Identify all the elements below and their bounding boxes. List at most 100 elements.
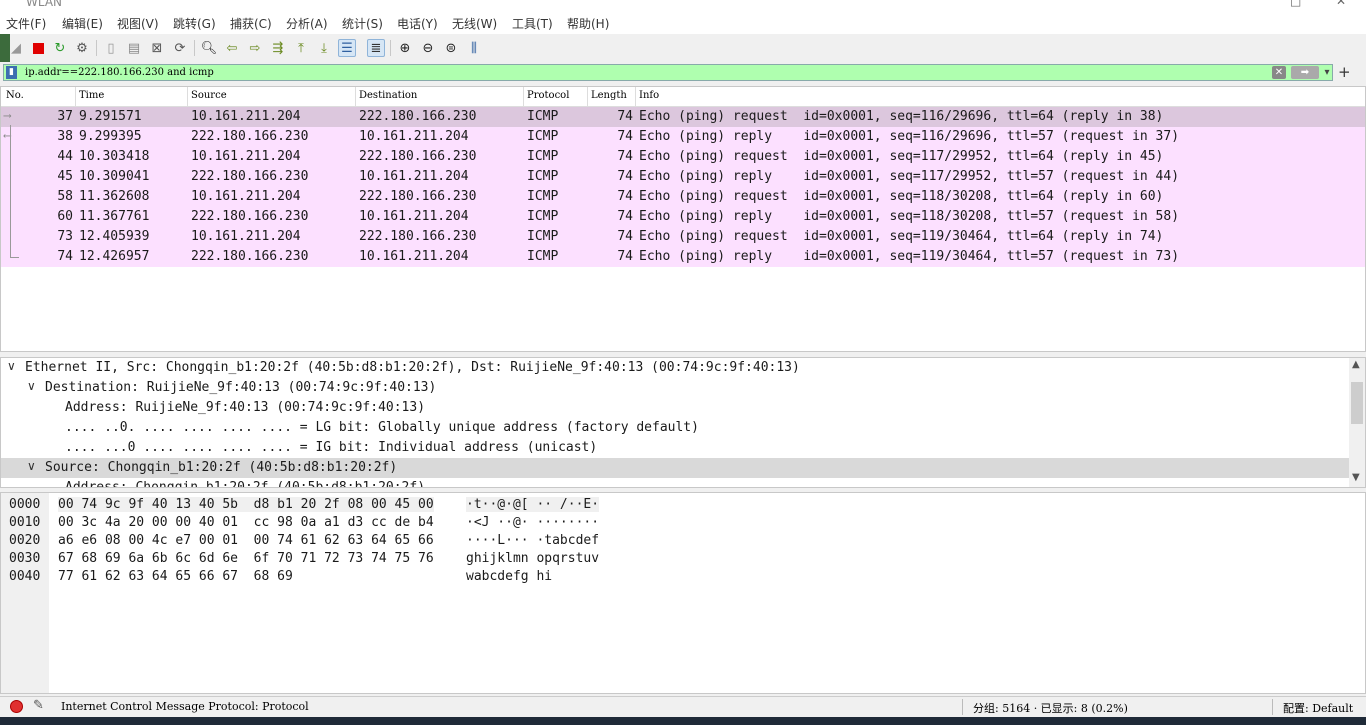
packet-no: 73 [57, 229, 73, 244]
go-back-icon[interactable]: ⇦ [223, 39, 241, 57]
scroll-down-icon[interactable]: ▼ [1352, 472, 1360, 483]
packet-length: 74 [617, 169, 633, 184]
bookmark-icon[interactable]: ▮ [6, 66, 17, 79]
tree-row-lg-bit[interactable]: .... ..0. .... .... .... .... = LG bit: … [1, 418, 1349, 438]
chevron-down-icon[interactable]: ∨ [27, 459, 36, 473]
menu-statistics[interactable]: 统计(S) [342, 15, 383, 32]
go-to-packet-icon[interactable]: ⇶ [269, 39, 287, 57]
bytes-offset: 0030 [9, 551, 41, 566]
scrollbar-thumb[interactable] [1351, 382, 1363, 424]
reload-file-icon[interactable]: ⟳ [171, 39, 189, 57]
menu-help[interactable]: 帮助(H) [567, 15, 609, 32]
packet-row[interactable]: 44 10.303418 10.161.211.204 222.180.166.… [1, 147, 1365, 167]
tree-row-ig-bit[interactable]: .... ...0 .... .... .... .... = IG bit: … [1, 438, 1349, 458]
packet-time: 10.309041 [79, 169, 150, 184]
bytes-ascii: wabcdefg hi [466, 569, 553, 584]
column-header-no[interactable]: No. [6, 90, 24, 101]
clear-filter-icon[interactable]: ✕ [1272, 66, 1286, 79]
scroll-up-icon[interactable]: ▲ [1352, 359, 1360, 370]
menu-file[interactable]: 文件(F) [6, 15, 46, 32]
start-capture-icon[interactable]: ◢ [7, 39, 25, 57]
stop-capture-icon[interactable] [29, 39, 47, 57]
bytes-hex: 77 61 62 63 64 65 66 67 68 69 [58, 569, 293, 584]
tree-row-ethernet[interactable]: ∨ Ethernet II, Src: Chongqin_b1:20:2f (4… [1, 358, 1349, 378]
packet-row[interactable]: 74 12.426957 222.180.166.230 10.161.211.… [1, 247, 1365, 267]
add-filter-button-icon[interactable]: + [1338, 63, 1351, 81]
column-header-info[interactable]: Info [639, 90, 659, 101]
column-header-source[interactable]: Source [191, 90, 227, 101]
expert-info-icon[interactable] [10, 700, 23, 713]
packet-source: 10.161.211.204 [191, 189, 301, 204]
details-scrollbar[interactable]: ▲ ▼ [1349, 358, 1365, 487]
go-forward-icon[interactable]: ⇨ [246, 39, 264, 57]
go-first-icon[interactable]: ⤒ [292, 39, 310, 57]
packet-source: 222.180.166.230 [191, 249, 309, 264]
menu-analyze[interactable]: 分析(A) [286, 15, 328, 32]
column-header-protocol[interactable]: Protocol [527, 90, 569, 101]
packet-destination: 222.180.166.230 [359, 229, 477, 244]
menu-edit[interactable]: 编辑(E) [62, 15, 103, 32]
status-packet-count: 分组: 5164 · 已显示: 8 (0.2%) [973, 702, 1128, 715]
close-window-icon[interactable]: ✕ [1336, 0, 1346, 8]
packet-length: 74 [617, 129, 633, 144]
menu-capture[interactable]: 捕获(C) [230, 15, 272, 32]
packet-list: No. Time Source Destination Protocol Len… [0, 86, 1366, 352]
capture-options-icon[interactable]: ⚙ [73, 39, 91, 57]
status-bar: ✎ Internet Control Message Protocol: Pro… [0, 696, 1366, 717]
packet-source: 222.180.166.230 [191, 169, 309, 184]
packet-row[interactable]: ⟵ 38 9.299395 222.180.166.230 10.161.211… [1, 127, 1365, 147]
save-file-icon[interactable]: ▤ [125, 39, 143, 57]
display-filter-input[interactable]: ▮ ip.addr==222.180.166.230 and icmp ✕ ➡ … [3, 64, 1333, 81]
toolbar-separator [194, 40, 195, 56]
packet-row[interactable]: 73 12.405939 10.161.211.204 222.180.166.… [1, 227, 1365, 247]
menu-view[interactable]: 视图(V) [117, 15, 159, 32]
filter-dropdown-icon[interactable]: ▾ [1321, 66, 1333, 79]
tree-row-source[interactable]: ∨ Source: Chongqin_b1:20:2f (40:5b:d8:b1… [1, 458, 1349, 478]
status-profile[interactable]: 配置: Default [1283, 700, 1353, 716]
bytes-ascii: ····L··· ·tabcdef [466, 533, 600, 548]
menu-telephony[interactable]: 电话(Y) [397, 15, 438, 32]
packet-row[interactable]: ⟶ 37 9.291571 10.161.211.204 222.180.166… [1, 107, 1365, 127]
packet-row[interactable]: 58 11.362608 10.161.211.204 222.180.166.… [1, 187, 1365, 207]
packet-protocol: ICMP [527, 129, 559, 144]
resize-columns-icon[interactable]: ⫼ [465, 39, 483, 57]
close-file-icon[interactable]: ⊠ [148, 39, 166, 57]
related-request-icon: ⟶ [4, 109, 11, 122]
go-last-icon[interactable]: ⤓ [315, 39, 333, 57]
open-file-icon[interactable]: ▯ [102, 39, 120, 57]
zoom-in-icon[interactable]: ⊕ [396, 39, 414, 57]
packet-length: 74 [617, 229, 633, 244]
restart-capture-icon[interactable]: ↻ [51, 39, 69, 57]
packet-protocol: ICMP [527, 109, 559, 124]
column-header-length[interactable]: Length [591, 90, 627, 101]
menu-tools[interactable]: 工具(T) [512, 15, 553, 32]
packet-info: Echo (ping) reply id=0x0001, seq=119/304… [639, 249, 1180, 264]
packet-destination: 222.180.166.230 [359, 149, 477, 164]
menu-go[interactable]: 跳转(G) [173, 15, 216, 32]
chevron-down-icon[interactable]: ∨ [27, 379, 36, 393]
packet-time: 9.299395 [79, 129, 142, 144]
packet-length: 74 [617, 109, 633, 124]
packet-destination: 222.180.166.230 [359, 189, 477, 204]
chevron-down-icon[interactable]: ∨ [7, 359, 16, 373]
tree-row-address[interactable]: Address: RuijieNe_9f:40:13 (00:74:9c:9f:… [1, 398, 1349, 418]
apply-filter-icon[interactable]: ➡ [1291, 66, 1319, 79]
packet-time: 10.303418 [79, 149, 150, 164]
maximize-icon[interactable]: □ [1290, 0, 1301, 8]
packet-row[interactable]: 45 10.309041 222.180.166.230 10.161.211.… [1, 167, 1365, 187]
column-header-destination[interactable]: Destination [359, 90, 417, 101]
zoom-out-icon[interactable]: ⊖ [419, 39, 437, 57]
display-filter-bar: ▮ ip.addr==222.180.166.230 and icmp ✕ ➡ … [0, 62, 1366, 84]
packet-row[interactable]: 60 11.367761 222.180.166.230 10.161.211.… [1, 207, 1365, 227]
zoom-normal-icon[interactable]: ⊜ [442, 39, 460, 57]
find-packet-icon[interactable]: 🔍︎ [200, 39, 218, 57]
packet-protocol: ICMP [527, 229, 559, 244]
edit-comment-icon[interactable]: ✎ [33, 698, 44, 713]
colorize-icon[interactable]: ≣ [367, 39, 385, 57]
column-header-time[interactable]: Time [79, 90, 104, 101]
tree-row-source-address[interactable]: Address: Chongqin_b1:20:2f (40:5b:d8:b1:… [1, 478, 1349, 487]
tree-row-destination[interactable]: ∨ Destination: RuijieNe_9f:40:13 (00:74:… [1, 378, 1349, 398]
menu-wireless[interactable]: 无线(W) [452, 15, 497, 32]
auto-scroll-icon[interactable]: ☰ [338, 39, 356, 57]
packet-length: 74 [617, 209, 633, 224]
